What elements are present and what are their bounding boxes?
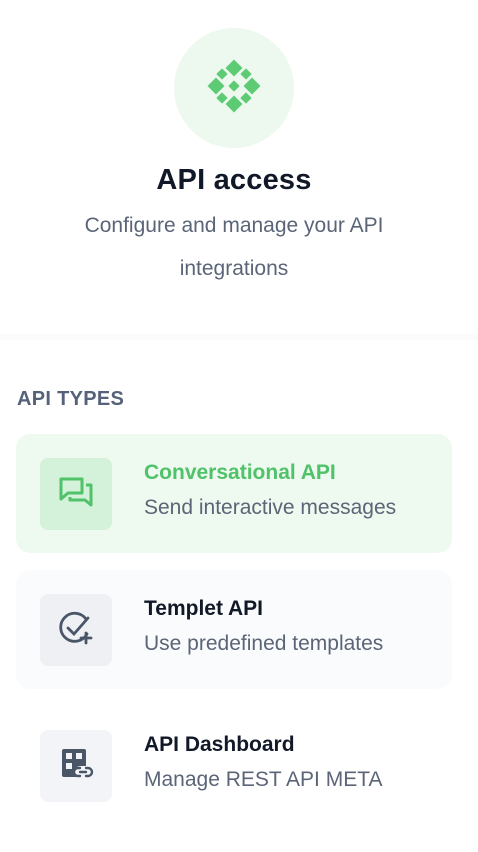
api-type-templet[interactable]: Templet API Use predefined templates bbox=[16, 570, 452, 689]
card-description: Manage REST API META bbox=[144, 768, 383, 791]
card-title: API Dashboard bbox=[144, 733, 295, 756]
page-subtitle: Configure and manage your API integratio… bbox=[84, 214, 384, 280]
card-description: Use predefined templates bbox=[144, 632, 384, 655]
header: API access Configure and manage your API… bbox=[0, 0, 468, 330]
card-icon-box bbox=[40, 594, 112, 666]
card-description: Send interactive messages bbox=[144, 496, 397, 519]
divider bbox=[0, 334, 478, 340]
card-icon-box bbox=[40, 730, 112, 802]
api-type-dashboard[interactable]: API Dashboard Manage REST API META bbox=[16, 706, 452, 825]
section-label: API TYPES bbox=[17, 388, 125, 410]
check-circle-plus-icon bbox=[56, 608, 96, 653]
diamond-grid-icon bbox=[206, 58, 262, 119]
card-title: Templet API bbox=[144, 597, 264, 620]
logo bbox=[174, 28, 294, 148]
card-title: Conversational API bbox=[144, 461, 336, 484]
dashboard-link-icon bbox=[56, 744, 96, 789]
api-type-conversational[interactable]: Conversational API Send interactive mess… bbox=[16, 434, 452, 553]
chat-bubbles-icon bbox=[56, 472, 96, 517]
card-icon-box bbox=[40, 458, 112, 530]
page-title: API access bbox=[156, 164, 312, 196]
